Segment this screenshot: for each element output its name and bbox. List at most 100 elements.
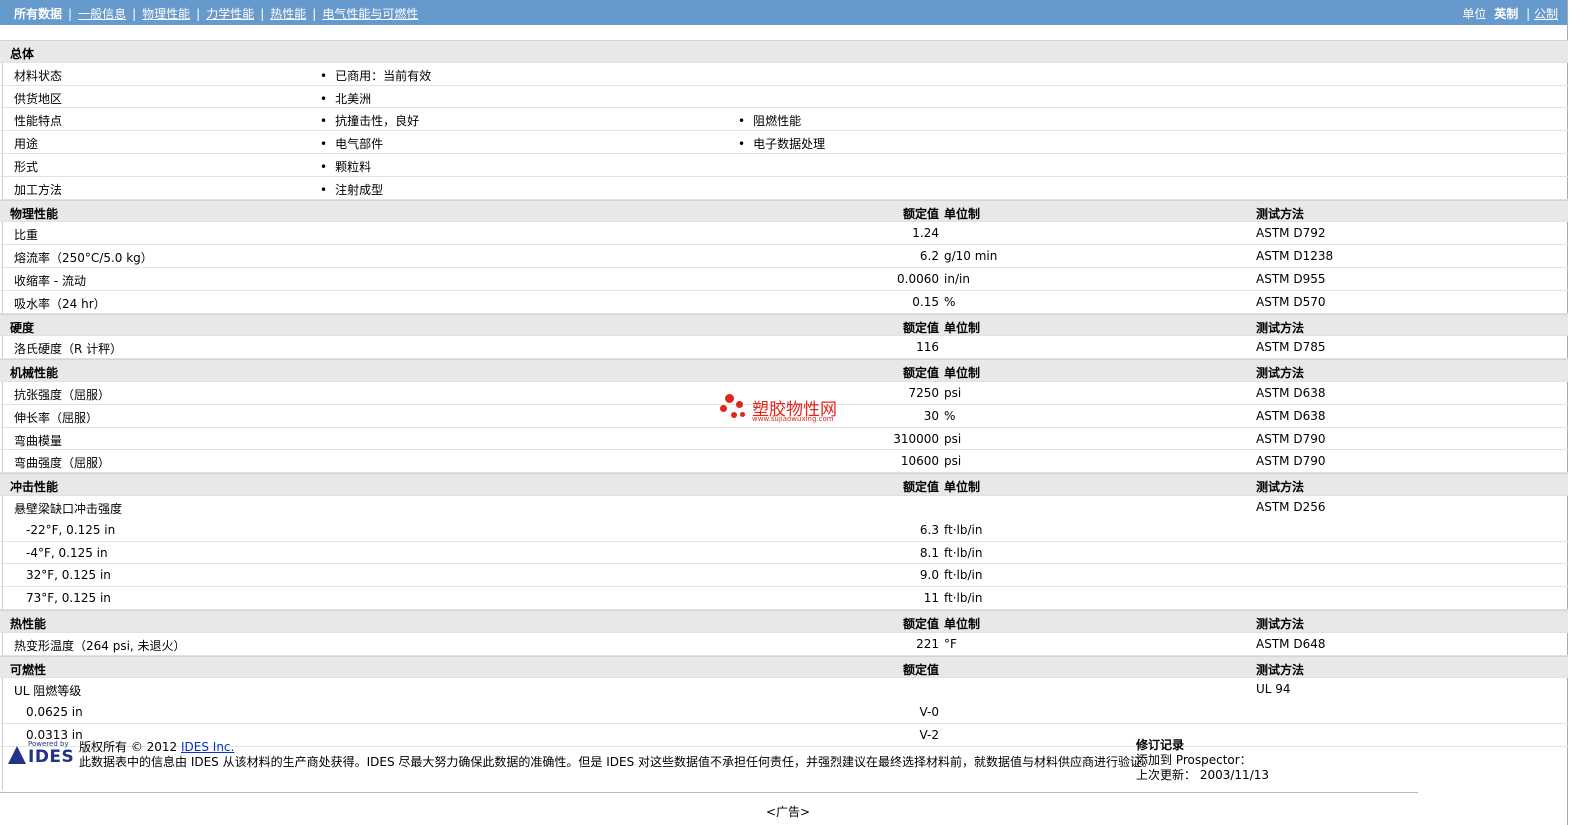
nav-separator: | <box>68 7 73 21</box>
revision-title: 修订记录 <box>1136 738 1185 752</box>
property-row: -4°F, 0.125 in 8.1 ft·lb/in <box>0 542 1568 565</box>
col-header-value: 额定值 <box>902 662 939 677</box>
property-bullet-value: 颗粒料 <box>320 158 371 175</box>
property-value: 0.15 <box>912 294 939 309</box>
test-method: ASTM D790 <box>1256 454 1326 469</box>
property-unit: ft·lb/in <box>944 522 983 537</box>
section-header-general: 总体 <box>0 40 1568 63</box>
property-label: -4°F, 0.125 in <box>26 545 108 560</box>
property-row: 弯曲模量 310000 psi ASTM D790 <box>0 428 1568 451</box>
revision-added: 添加到 Prospector： <box>1136 753 1252 767</box>
col-header-value: 额定值 <box>902 320 939 335</box>
revision-history: 修订记录 添加到 Prospector： 上次更新： 2003/11/13 <box>1136 736 1269 782</box>
section-header: 物理性能 额定值 单位制 测试方法 <box>0 199 1568 223</box>
property-label: 32°F, 0.125 in <box>26 568 111 583</box>
property-label: 收缩率 - 流动 <box>14 273 86 288</box>
property-unit: in/in <box>944 271 970 286</box>
test-method: ASTM D570 <box>1256 294 1326 309</box>
property-value: 6.3 <box>919 522 939 537</box>
property-bullet-value: 北美洲 <box>320 90 371 107</box>
property-unit: % <box>944 408 956 423</box>
test-method: ASTM D792 <box>1256 226 1326 241</box>
general-row: 加工方法 注射成型 <box>0 177 1568 200</box>
test-method: UL 94 <box>1256 682 1291 697</box>
nav-separator: | <box>260 7 265 21</box>
property-row: 悬壁梁缺口冲击强度 ASTM D256 <box>0 496 1568 519</box>
property-row: 热变形温度（264 psi, 未退火） 221 °F ASTM D648 <box>0 633 1568 656</box>
property-value: 116 <box>916 340 939 355</box>
property-row: 弯曲强度（屈服） 10600 psi ASTM D790 <box>0 450 1568 474</box>
general-row: 形式 颗粒料 <box>0 154 1568 177</box>
section-title: 热性能 <box>10 616 47 631</box>
section-header: 机械性能 额定值 单位制 测试方法 <box>0 359 1568 382</box>
property-value: 0.0060 <box>897 271 939 286</box>
property-label: 伸长率（屈服） <box>14 410 99 425</box>
nav-item[interactable]: 热性能 <box>270 7 306 21</box>
property-label: 材料状态 <box>14 68 63 83</box>
ides-logo: Powered by IDES <box>8 740 74 767</box>
section-title: 物理性能 <box>10 206 59 221</box>
property-row: 比重 1.24 ASTM D792 <box>0 222 1568 246</box>
col-header-value: 额定值 <box>902 206 939 221</box>
nav-item[interactable]: 一般信息 <box>78 7 126 21</box>
general-row: 供货地区 北美洲 <box>0 86 1568 109</box>
logo-name: IDES <box>28 747 75 767</box>
property-value: 7250 <box>908 385 939 400</box>
property-bullet-value: 阻燃性能 <box>738 112 801 129</box>
property-unit: ft·lb/in <box>944 568 983 583</box>
property-row: 0.0625 in V-0 <box>0 701 1568 724</box>
test-method: ASTM D790 <box>1256 431 1326 446</box>
property-unit: psi <box>944 385 962 400</box>
property-label: 熔流率（250°C/5.0 kg） <box>14 251 153 266</box>
test-method: ASTM D785 <box>1256 340 1326 355</box>
property-row: 熔流率（250°C/5.0 kg） 6.2 g/10 min ASTM D1238 <box>0 245 1568 268</box>
ides-company-link[interactable]: IDES Inc. <box>181 740 234 754</box>
property-label: 抗张强度（屈服） <box>14 387 111 402</box>
unit-current-imperial: 英制 <box>1494 7 1519 21</box>
unit-switcher: 单位 英制 | 公制 <box>1462 5 1558 22</box>
property-row: 吸水率（24 hr） 0.15% ASTM D570 <box>0 291 1568 314</box>
property-label: 加工方法 <box>14 182 63 197</box>
test-method: ASTM D955 <box>1256 271 1326 286</box>
property-unit: psi <box>944 431 962 446</box>
property-value: 9.0 <box>919 568 939 583</box>
section-title: 硬度 <box>10 320 35 335</box>
disclaimer-text: 此数据表中的信息由 IDES 从该材料的生产商处获得。IDES 尽最大努力确保此… <box>79 755 1155 769</box>
property-unit: psi <box>944 454 962 469</box>
property-row: 73°F, 0.125 in 11 ft·lb/in <box>0 587 1568 610</box>
ad-label: <广告> <box>766 805 811 819</box>
section-title: 机械性能 <box>10 366 59 381</box>
unit-separator: | <box>1526 7 1531 21</box>
nav-separator: | <box>312 7 317 21</box>
property-unit: ft·lb/in <box>944 545 983 560</box>
watermark-url: www.sujiaowuxing.com <box>752 415 834 423</box>
nav-item[interactable]: 电气性能与可燃性 <box>322 7 418 21</box>
property-label: 比重 <box>14 228 39 243</box>
general-row: 用途 电气部件 电子数据处理 <box>0 131 1568 154</box>
col-header-method: 测试方法 <box>1256 366 1305 381</box>
property-value: V-0 <box>919 705 939 720</box>
property-bullet-value: 注射成型 <box>320 181 383 198</box>
property-bullet-value: 电气部件 <box>320 135 383 152</box>
nav-item[interactable]: 力学性能 <box>206 7 254 21</box>
property-label: 弯曲强度（屈服） <box>14 456 111 471</box>
property-label: 洛氏硬度（R 计秤） <box>14 342 123 357</box>
property-row: UL 阻燃等级 UL 94 <box>0 678 1568 701</box>
col-header-method: 测试方法 <box>1256 320 1305 335</box>
watermark: 塑胶物性网 www.sujiaowuxing.com <box>719 393 859 427</box>
property-value: 10600 <box>900 454 939 469</box>
property-label: 性能特点 <box>14 114 63 129</box>
property-value: 1.24 <box>912 226 939 241</box>
nav-item[interactable]: 所有数据 <box>14 7 62 21</box>
section-title: 冲击性能 <box>10 480 59 495</box>
test-method: ASTM D648 <box>1256 636 1326 651</box>
unit-metric-link[interactable]: 公制 <box>1534 7 1558 21</box>
property-label: UL 阻燃等级 <box>14 684 82 699</box>
property-row: 收缩率 - 流动 0.0060 in/in ASTM D955 <box>0 268 1568 291</box>
property-bullet-value: 电子数据处理 <box>738 135 825 152</box>
nav-item[interactable]: 物理性能 <box>142 7 190 21</box>
section-header: 热性能 额定值 单位制 测试方法 <box>0 609 1568 633</box>
property-label: 热变形温度（264 psi, 未退火） <box>14 638 186 653</box>
property-label: -22°F, 0.125 in <box>26 522 116 537</box>
col-header-method: 测试方法 <box>1256 662 1305 677</box>
